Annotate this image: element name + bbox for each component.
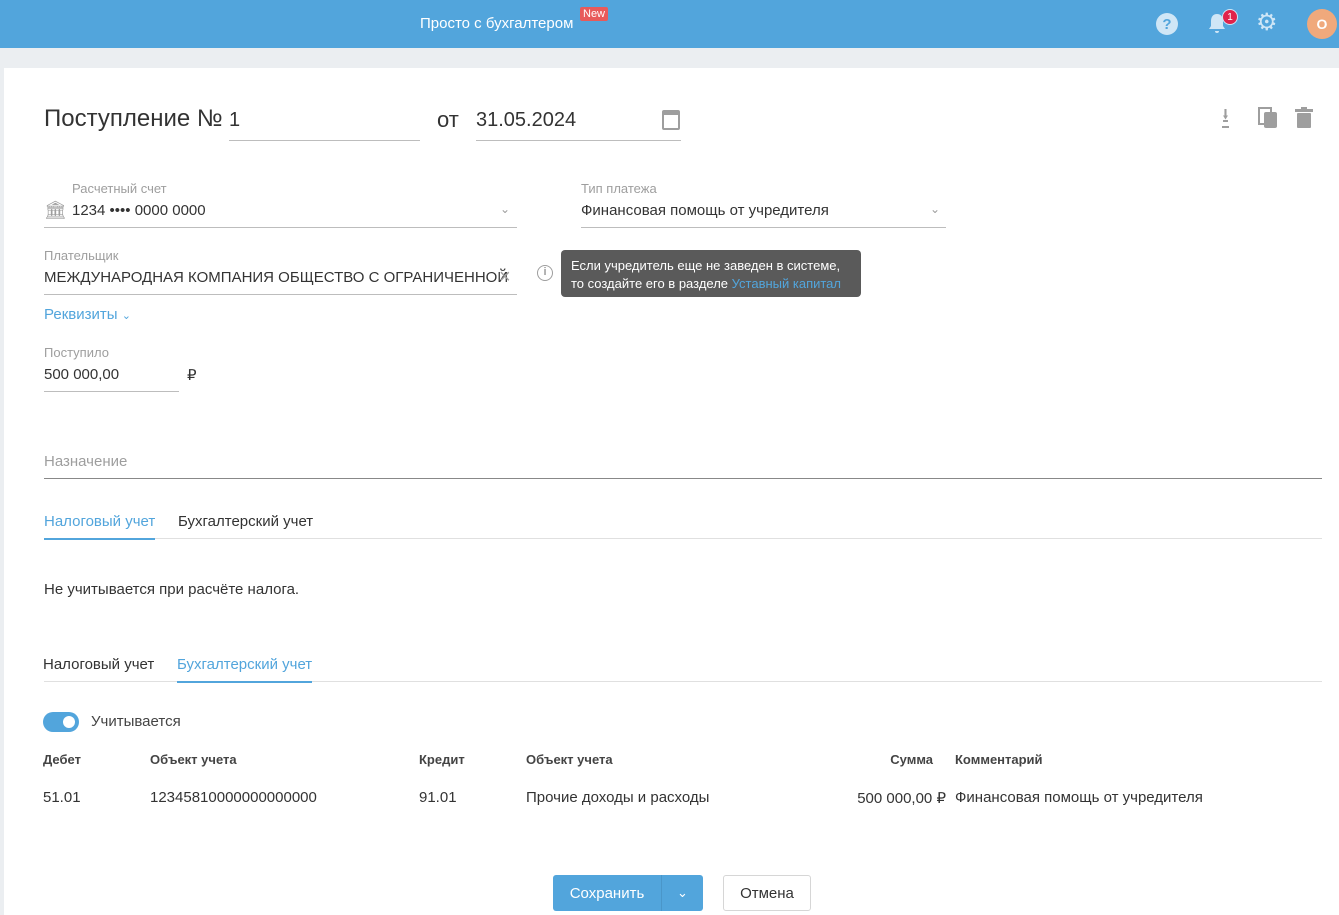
date-input[interactable]: 31.05.2024 xyxy=(476,106,681,141)
col-header-sum: Сумма xyxy=(890,752,933,767)
purpose-input[interactable]: Назначение xyxy=(44,453,1322,479)
doc-number-input[interactable]: 1 xyxy=(229,106,420,141)
account-value: 1234 •••• 0000 0000 xyxy=(72,202,206,219)
copy-icon[interactable] xyxy=(1258,107,1278,129)
tax-message: Не учитывается при расчёте налога. xyxy=(44,581,300,598)
cell-debit: 51.01 xyxy=(43,789,81,806)
charter-capital-link[interactable]: Уставный капитал xyxy=(732,276,841,291)
avatar[interactable]: О xyxy=(1307,9,1337,39)
chevron-down-icon: ⌄ xyxy=(121,310,131,322)
clear-icon[interactable]: × xyxy=(499,266,511,289)
cancel-button[interactable]: Отмена xyxy=(723,875,811,911)
trash-icon[interactable] xyxy=(1295,107,1313,129)
save-button[interactable]: Сохранить xyxy=(553,875,661,911)
cell-object: 12345810000000000000 xyxy=(150,789,317,806)
currency-label: ₽ xyxy=(187,367,197,384)
help-icon[interactable]: ? xyxy=(1156,13,1178,35)
payer-input[interactable]: МЕЖДУНАРОДНАЯ КОМПАНИЯ ОБЩЕСТВО С ОГРАНИ… xyxy=(44,269,517,295)
accounted-toggle[interactable] xyxy=(43,712,79,732)
requisites-link[interactable]: Реквизиты ⌄ xyxy=(44,306,131,323)
top-bar xyxy=(0,0,1339,48)
document-card xyxy=(4,68,1339,915)
save-options-chevron-icon[interactable]: ⌄ xyxy=(661,875,703,911)
received-input[interactable]: 500 000,00 xyxy=(44,366,179,392)
from-label: от xyxy=(437,107,459,132)
payment-type-select[interactable]: Финансовая помощь от учредителя xyxy=(581,202,946,228)
chevron-down-icon: ⌄ xyxy=(500,202,511,216)
gear-icon[interactable]: ⚙ xyxy=(1256,11,1278,35)
divider xyxy=(44,538,1322,539)
account-label: Расчетный счет xyxy=(72,181,167,196)
tooltip-text: Если учредитель еще не заведен в системе… xyxy=(571,258,841,273)
tab-bookkeeping[interactable]: Бухгалтерский учет xyxy=(177,656,313,683)
received-label: Поступило xyxy=(44,345,109,360)
chevron-down-icon: ⌄ xyxy=(930,202,941,216)
tab-tax-accounting[interactable]: Налоговый учет xyxy=(44,513,156,540)
new-badge: New xyxy=(580,7,609,21)
tooltip-text2: то создайте его в разделе xyxy=(571,276,732,291)
tooltip: Если учредитель еще не заведен в системе… xyxy=(561,250,861,297)
tab-bookkeeping[interactable]: Бухгалтерский учет xyxy=(178,513,313,538)
col-header-comment: Комментарий xyxy=(955,752,1043,767)
toggle-label: Учитывается xyxy=(91,713,181,730)
payer-label: Плательщик xyxy=(44,248,119,263)
brand-title[interactable]: Просто с бухгалтером xyxy=(420,15,573,32)
download-icon[interactable]: ⭳ xyxy=(1222,106,1229,128)
requisites-label: Реквизиты xyxy=(44,306,118,323)
page-title: Поступление № xyxy=(44,105,223,132)
notification-badge: 1 xyxy=(1222,9,1238,25)
col-header-debit: Дебет xyxy=(43,752,81,767)
info-icon[interactable]: i xyxy=(537,265,553,281)
col-header-object: Объект учета xyxy=(150,752,237,767)
calendar-icon[interactable] xyxy=(662,110,680,130)
col-header-credit: Кредит xyxy=(419,752,465,767)
col-header-object: Объект учета xyxy=(526,752,613,767)
payment-type-label: Тип платежа xyxy=(581,181,657,196)
cell-comment: Финансовая помощь от учредителя xyxy=(955,789,1203,806)
cell-object: Прочие доходы и расходы xyxy=(526,789,710,806)
cell-sum: 500 000,00 ₽ xyxy=(857,790,946,807)
cell-credit: 91.01 xyxy=(419,789,457,806)
tab-tax-accounting[interactable]: Налоговый учет xyxy=(43,656,154,681)
